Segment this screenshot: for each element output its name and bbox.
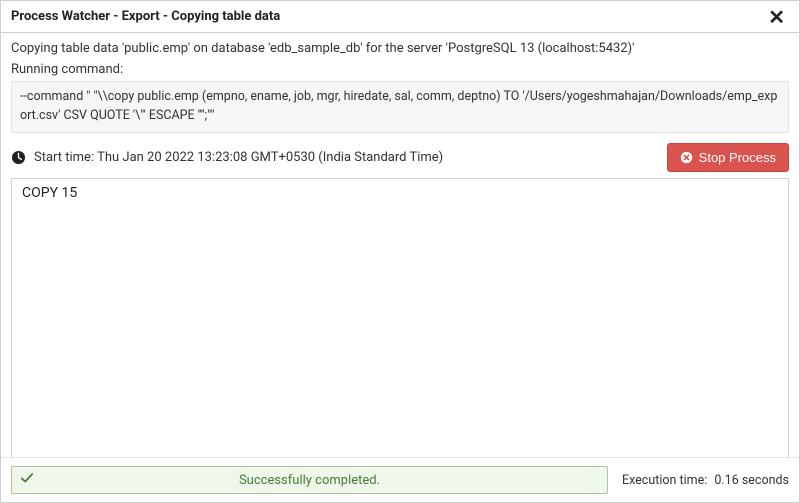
window-title: Process Watcher - Export - Copying table… <box>11 9 280 24</box>
execution-time-value: 0.16 seconds <box>714 473 789 488</box>
close-button[interactable]: ✕ <box>764 7 789 27</box>
clock-icon <box>11 150 26 165</box>
stop-icon <box>680 151 693 164</box>
stop-process-button[interactable]: Stop Process <box>667 143 789 172</box>
execution-time: Execution time: 0.16 seconds <box>622 473 789 488</box>
process-log[interactable]: COPY 15 <box>11 178 789 466</box>
time-row: Start time: Thu Jan 20 2022 13:23:08 GMT… <box>1 139 799 178</box>
start-time-value: Thu Jan 20 2022 13:23:08 GMT+0530 (India… <box>97 150 443 165</box>
start-time-label: Start time: <box>34 150 94 165</box>
log-line: COPY 15 <box>22 185 778 201</box>
command-text: --command " "\\copy public.emp (empno, e… <box>11 81 789 133</box>
execution-time-label: Execution time: <box>622 473 707 488</box>
operation-description: Copying table data 'public.emp' on datab… <box>1 33 799 58</box>
status-text: Successfully completed. <box>12 473 607 488</box>
check-icon <box>20 471 34 489</box>
window-header: Process Watcher - Export - Copying table… <box>1 1 799 33</box>
close-icon: ✕ <box>768 5 785 29</box>
footer: Successfully completed. Execution time: … <box>1 457 799 502</box>
running-command-label: Running command: <box>1 58 799 81</box>
stop-process-label: Stop Process <box>699 150 776 165</box>
status-bar: Successfully completed. <box>11 466 608 494</box>
start-time-text: Start time: Thu Jan 20 2022 13:23:08 GMT… <box>34 150 667 165</box>
